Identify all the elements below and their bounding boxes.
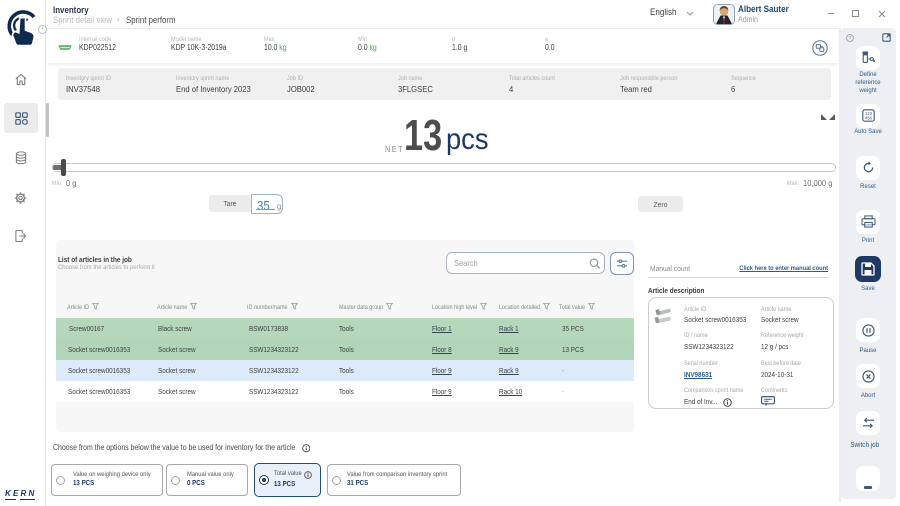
svg-text:456: 456 <box>865 116 873 121</box>
svg-text:OPT: OPT <box>865 223 871 227</box>
svg-text:?: ? <box>849 36 852 42</box>
